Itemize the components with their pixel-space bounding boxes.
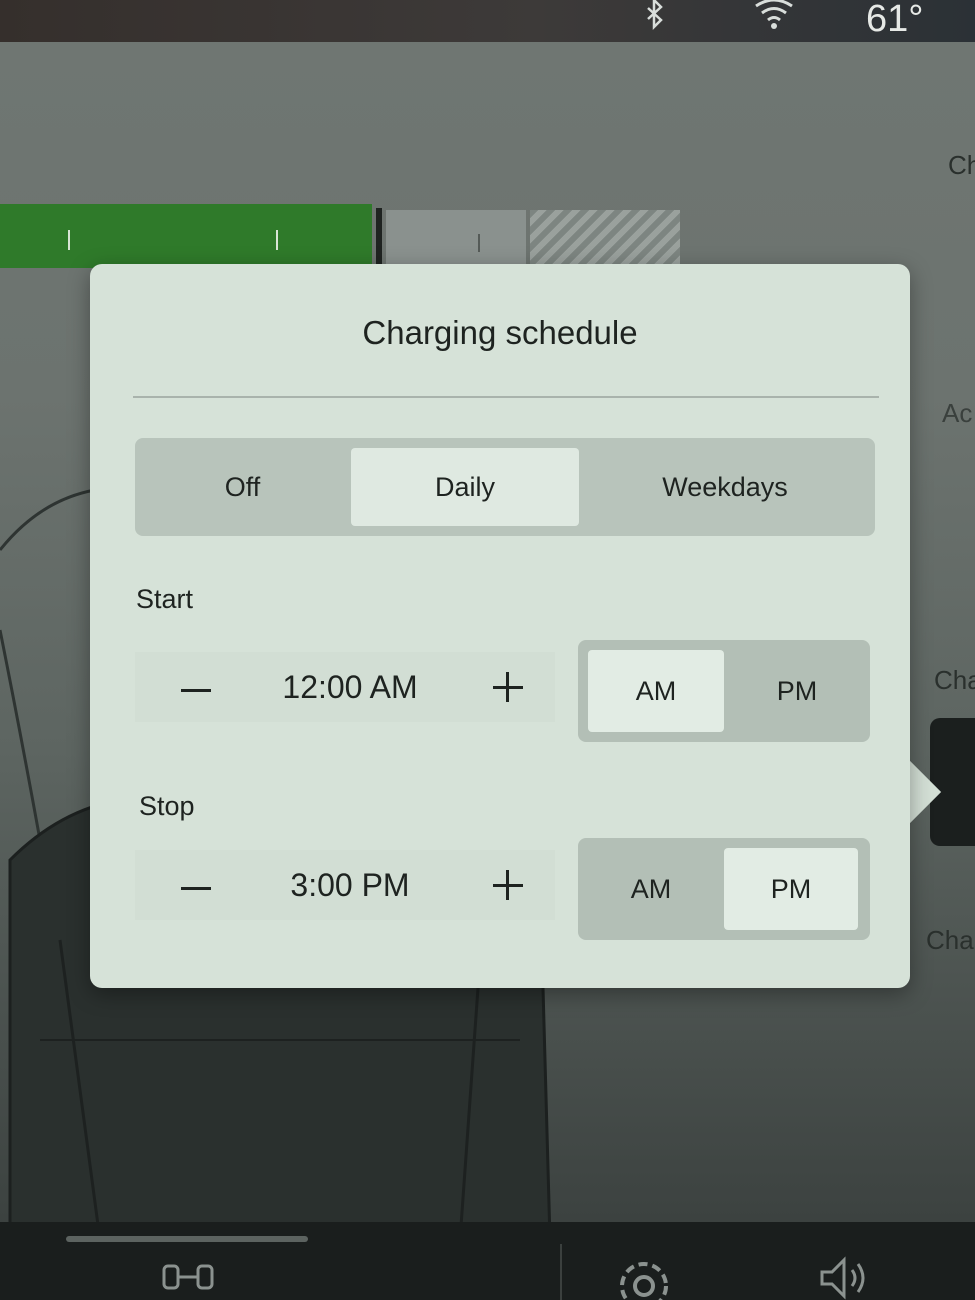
start-time-stepper: 12:00 AM [135, 652, 555, 722]
frequency-option-off[interactable]: Off [135, 438, 350, 536]
start-am-option[interactable]: AM [588, 650, 724, 732]
volume-icon[interactable] [818, 1252, 874, 1300]
stop-label: Stop [139, 791, 195, 821]
frequency-option-weekdays[interactable]: Weekdays [595, 438, 855, 536]
start-ampm-toggle: AM PM [578, 640, 870, 742]
title-divider [133, 396, 879, 398]
bar-tick [276, 230, 278, 250]
charge-limit-bar[interactable] [0, 204, 372, 268]
right-panel-label: Cha [926, 925, 974, 955]
start-decrement-button[interactable] [173, 672, 223, 708]
bluetooth-icon [647, 0, 663, 31]
charging-schedule-popup: Charging schedule Off Daily Weekdays Sta… [90, 264, 910, 988]
start-pm-option[interactable]: PM [724, 640, 870, 742]
stop-time-stepper: 3:00 PM [135, 850, 555, 920]
right-panel-label: Cha [934, 665, 975, 695]
tire-icon[interactable] [160, 1252, 216, 1292]
start-time-value: 12:00 AM [282, 669, 418, 705]
charge-bar-hatched [530, 210, 680, 268]
stop-pm-option[interactable]: PM [724, 848, 858, 930]
stop-increment-button[interactable] [487, 864, 531, 908]
bottom-dock [0, 1222, 975, 1300]
stop-ampm-toggle: AM PM [578, 838, 870, 940]
charge-bar-remaining [386, 210, 526, 268]
popup-title: Charging schedule [362, 314, 638, 351]
charge-limit-handle[interactable] [376, 208, 382, 268]
wifi-icon [755, 0, 793, 29]
right-panel-button[interactable] [930, 718, 975, 846]
frequency-option-daily[interactable]: Daily [351, 448, 579, 526]
stop-time-value: 3:00 PM [290, 867, 410, 903]
stop-am-option[interactable]: AM [578, 838, 724, 940]
settings-icon[interactable] [612, 1252, 676, 1300]
temperature-readout: 61° [866, 0, 924, 40]
dock-handle[interactable] [66, 1236, 308, 1242]
stop-decrement-button[interactable] [173, 870, 223, 906]
status-bar: 61° [0, 0, 975, 42]
start-increment-button[interactable] [487, 666, 531, 710]
bar-tick [68, 230, 70, 250]
bar-tick [478, 234, 480, 252]
right-panel-label: Ac [942, 398, 973, 428]
start-label: Start [136, 584, 194, 614]
dock-separator [560, 1244, 562, 1300]
right-panel-label: Ch [948, 150, 975, 180]
schedule-frequency-selector: Off Daily Weekdays [135, 438, 875, 536]
